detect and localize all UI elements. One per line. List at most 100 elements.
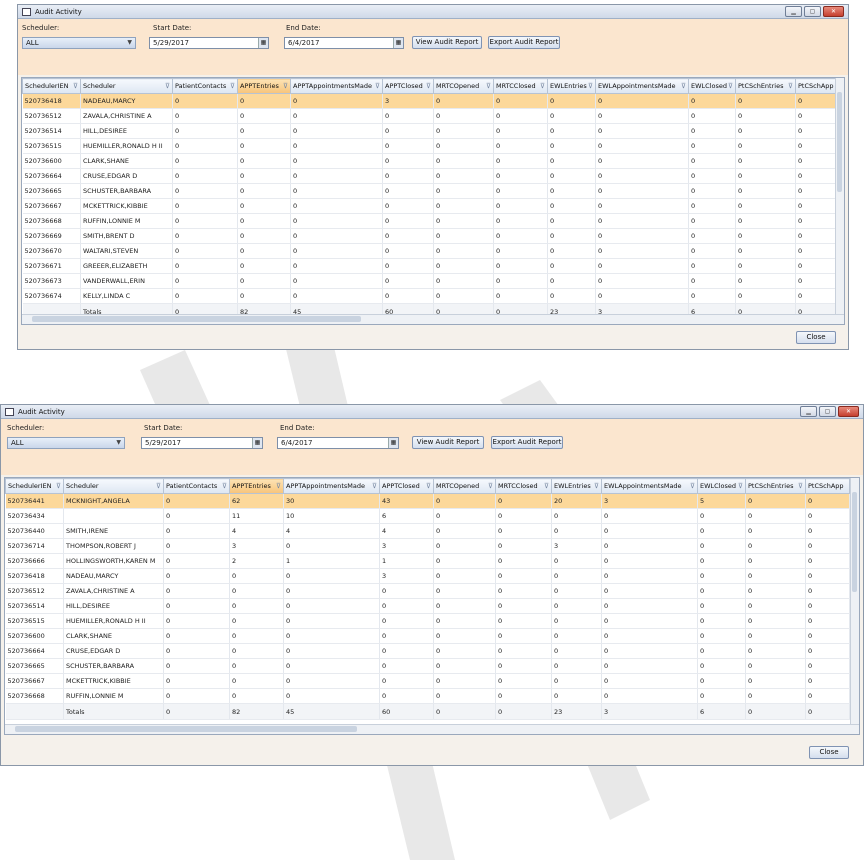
calendar-icon[interactable]: ▦ [258,38,268,48]
column-header-mrtcclosed[interactable]: MRTCClosed ⊽ [493,78,548,94]
column-header-apptentries[interactable]: APPTEntries ⊽ [229,478,284,494]
table-row[interactable]: 520736434 0 11 10 6 0 0 0 0 0 0 0 [5,508,850,524]
table-row[interactable]: 520736669 SMITH,BRENT D00000000000 [22,228,837,244]
filter-icon[interactable]: ⊽ [728,82,733,90]
close-button[interactable]: Close [796,331,836,344]
view-audit-report-button[interactable]: View Audit Report [412,36,482,49]
table-row[interactable]: 520736418 NADEAU,MARCY 0 0 0 3 0 0 0 0 0 0 0 [5,568,850,584]
filter-icon[interactable]: ⊽ [681,82,686,90]
filter-icon[interactable]: ⊽ [276,482,281,490]
start-date-field[interactable]: 5/29/2017 ▦ [141,437,263,449]
table-row[interactable]: 520736674 KELLY,LINDA C00000000000 [22,288,837,304]
horizontal-scrollbar[interactable] [5,724,859,734]
table-row[interactable]: 520736667 MCKETTRICK,KIBBIE 0 0 0 0 0 0 0 0 0 0 0 [22,198,837,214]
column-header-scheduler[interactable]: Scheduler ⊽ [80,78,173,94]
filter-icon[interactable]: ⊽ [486,82,491,90]
column-header-ewlclosed[interactable]: EWLClosed ⊽ [697,478,746,494]
table-row[interactable]: 520736670 WALTARI,STEVEN 0 0 0 0 0 0 0 0 0 0 0 [22,243,837,259]
filter-icon[interactable]: ⊽ [544,482,549,490]
filter-icon[interactable]: ⊽ [372,482,377,490]
column-header-schedulerien[interactable]: SchedulerIEN ⊽ [5,478,64,494]
table-row[interactable]: 520736512 ZAVALA,CHRISTINE A00000000000 [5,583,850,599]
end-date-field[interactable]: 6/4/2017 ▦ [277,437,399,449]
column-header-mrtcclosed[interactable]: MRTCClosed ⊽ [495,478,552,494]
table-row[interactable]: 520736673 VANDERWALL,ERIN 0 0 0 0 0 0 0 0 0 0 0 [22,273,837,289]
table-row[interactable]: 520736514 HILL,DESIREE 0 0 0 0 0 0 0 0 0 0 0 [22,123,837,139]
filter-icon[interactable]: ⊽ [165,82,170,90]
filter-icon[interactable]: ⊽ [56,482,61,490]
scroll-thumb[interactable] [15,726,357,732]
end-date-field[interactable]: 6/4/2017 ▦ [284,37,404,49]
filter-icon[interactable]: ⊽ [426,482,431,490]
column-header-apptclosed[interactable]: APPTClosed ⊽ [379,478,434,494]
column-header-apptappointmentsmade[interactable]: APPTAppointmentsMade ⊽ [283,478,380,494]
column-header-ptcschapp[interactable]: PtCSchApp [795,78,837,94]
vertical-scrollbar[interactable] [835,78,844,315]
vertical-scrollbar[interactable] [850,478,859,725]
column-header-ewlappointmentsmade[interactable]: EWLAppointmentsMade ⊽ [595,78,689,94]
table-row[interactable]: 520736515 HUEMILLER,RONALD H II 0 0 0 0 0 0 0 0 0 0… [22,138,837,154]
filter-icon[interactable]: ⊽ [283,82,288,90]
column-header-ptcschapp[interactable]: PtCSchApp [805,478,850,494]
table-row[interactable]: 520736441 MCKNIGHT,ANGELA 0 62 30 43 0 0 20 3 5 0 0 [5,493,850,509]
view-audit-report-button[interactable]: View Audit Report [412,436,484,449]
table-row[interactable]: 520736671 GREEER,ELIZABETH 0 0 0 0 0 0 0 0 0 0 0 [22,258,837,274]
column-header-schedulerien[interactable]: SchedulerIEN ⊽ [22,78,81,94]
column-header-patientcontacts[interactable]: PatientContacts ⊽ [163,478,230,494]
filter-icon[interactable]: ⊽ [426,82,431,90]
filter-icon[interactable]: ⊽ [798,482,803,490]
table-row[interactable]: 520736667 MCKETTRICK,KIBBIE 0 0 0 0 0 0 0 0 0 0 0 [5,673,850,689]
start-date-field[interactable]: 5/29/2017 ▦ [149,37,269,49]
table-row[interactable]: 520736668 RUFFIN,LONNIE M00000000000 [5,688,850,704]
column-header-ewlentries[interactable]: EWLEntries ⊽ [547,78,596,94]
table-row[interactable]: 520736664 CRUSE,EDGAR D00000000000 [5,643,850,659]
calendar-icon[interactable]: ▦ [388,438,398,448]
column-header-ptcschentries[interactable]: PtCSchEntries ⊽ [735,78,796,94]
filter-icon[interactable]: ⊽ [594,482,599,490]
calendar-icon[interactable]: ▦ [252,438,262,448]
column-header-mrtcopened[interactable]: MRTCOpened ⊽ [433,78,494,94]
column-header-patientcontacts[interactable]: PatientContacts ⊽ [172,78,238,94]
column-header-ewlclosed[interactable]: EWLClosed ⊽ [688,78,736,94]
filter-icon[interactable]: ⊽ [156,482,161,490]
filter-icon[interactable]: ⊽ [73,82,78,90]
column-header-mrtcopened[interactable]: MRTCOpened ⊽ [433,478,496,494]
column-header-apptentries[interactable]: APPTEntries ⊽ [237,78,291,94]
minimize-button[interactable]: ▁ [785,6,802,17]
calendar-icon[interactable]: ▦ [393,38,403,48]
scroll-thumb[interactable] [852,492,857,592]
column-header-ewlentries[interactable]: EWLEntries ⊽ [551,478,602,494]
filter-icon[interactable]: ⊽ [540,82,545,90]
filter-icon[interactable]: ⊽ [222,482,227,490]
column-header-ewlappointmentsmade[interactable]: EWLAppointmentsMade ⊽ [601,478,698,494]
filter-icon[interactable]: ⊽ [588,82,593,90]
table-row[interactable]: 520736418 NADEAU,MARCY 0 0 0 3 0 0 0 0 0 0 0 [22,93,837,109]
maximize-button[interactable]: ▢ [804,6,821,17]
table-row[interactable]: 520736666 HOLLINGSWORTH,KAREN M0211000000… [5,553,850,569]
table-row[interactable]: 520736665 SCHUSTER,BARBARA 0 0 0 0 0 0 0 0 0 0 0 [22,183,837,199]
table-row[interactable]: 520736714 THOMPSON,ROBERT J03030030000 [5,538,850,554]
minimize-button[interactable]: ▁ [800,406,817,417]
filter-icon[interactable]: ⊽ [375,82,380,90]
horizontal-scrollbar[interactable] [22,314,844,324]
column-header-apptclosed[interactable]: APPTClosed ⊽ [382,78,434,94]
close-window-button[interactable]: ✕ [838,406,859,417]
table-row[interactable]: 520736664 CRUSE,EDGAR D00000000000 [22,168,837,184]
filter-icon[interactable]: ⊽ [230,82,235,90]
filter-icon[interactable]: ⊽ [738,482,743,490]
column-header-apptappointmentsmade[interactable]: APPTAppointmentsMade ⊽ [290,78,383,94]
table-row[interactable]: 520736600 CLARK,SHANE 0 0 0 0 0 0 0 0 0 0 0 [5,628,850,644]
column-header-ptcschentries[interactable]: PtCSchEntries ⊽ [745,478,806,494]
export-audit-report-button[interactable]: Export Audit Report [488,36,560,49]
filter-icon[interactable]: ⊽ [488,482,493,490]
table-row[interactable]: 520736665 SCHUSTER,BARBARA 0 0 0 0 0 0 0 0 0 0 0 [5,658,850,674]
filter-icon[interactable]: ⊽ [690,482,695,490]
close-button[interactable]: Close [809,746,849,759]
table-row[interactable]: 520736512 ZAVALA,CHRISTINE A00000000000 [22,108,837,124]
export-audit-report-button[interactable]: Export Audit Report [491,436,563,449]
table-row[interactable]: 520736440 SMITH,IRENE 0 4 4 4 0 0 0 0 0 0 0 [5,523,850,539]
scroll-thumb[interactable] [837,92,842,192]
table-row[interactable]: 520736514 HILL,DESIREE 0 0 0 0 0 0 0 0 0 0 0 [5,598,850,614]
table-row[interactable]: 520736600 CLARK,SHANE 0 0 0 0 0 0 0 0 0 0 0 [22,153,837,169]
table-row[interactable]: 520736515 HUEMILLER,RONALD H II 0 0 0 0 0 0 0 0 0 0… [5,613,850,629]
